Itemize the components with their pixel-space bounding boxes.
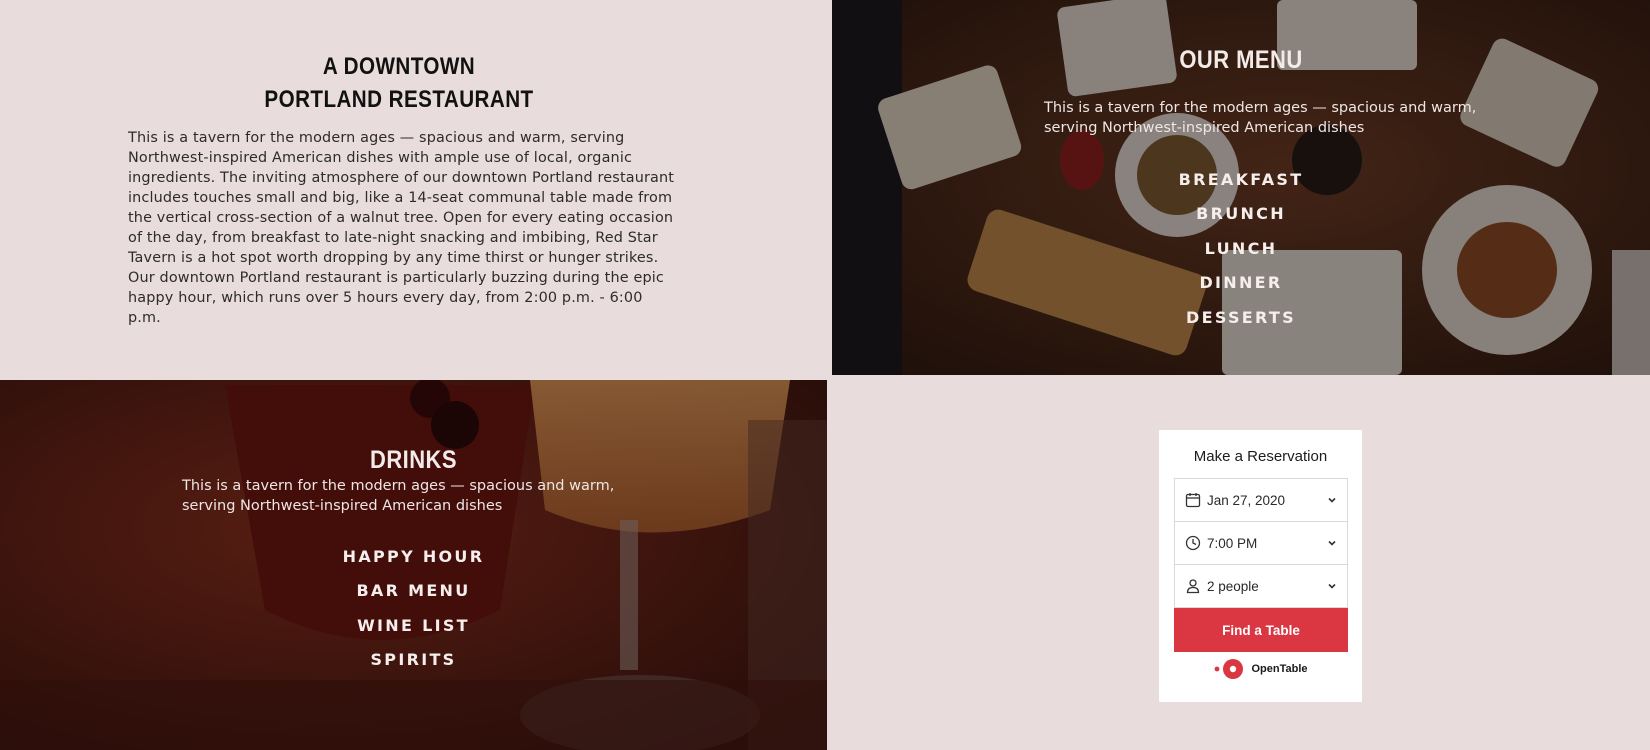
menu-links: BREAKFAST BRUNCH LUNCH DINNER DESSERTS — [832, 163, 1650, 335]
intro-body: This is a tavern for the modern ages — s… — [128, 130, 675, 326]
drinks-link-spirits[interactable]: SPIRITS — [0, 643, 827, 677]
time-select[interactable]: 7:00 PM — [1174, 521, 1348, 565]
opentable-label: OpenTable — [1251, 663, 1308, 675]
menu-title: OUR MENU — [1179, 46, 1303, 74]
intro-heading-line1: A DOWNTOWN — [322, 53, 476, 80]
opentable-logo-icon — [1215, 659, 1244, 679]
menu-link-dinner[interactable]: DINNER — [832, 266, 1650, 300]
chevron-down-icon — [1328, 497, 1336, 503]
drinks-link-wine-list[interactable]: WINE LIST — [0, 609, 827, 643]
drinks-links: HAPPY HOUR BAR MENU WINE LIST SPIRITS — [0, 540, 827, 678]
menu-description: This is a tavern for the modern ages — s… — [1044, 100, 1477, 136]
date-value: Jan 27, 2020 — [1207, 492, 1286, 508]
chevron-down-icon — [1328, 540, 1336, 546]
menu-section: OUR MENU This is a tavern for the modern… — [832, 0, 1650, 375]
reservation-title: Make a Reservation — [1193, 448, 1328, 465]
party-size-value: 2 people — [1207, 578, 1259, 594]
menu-link-brunch[interactable]: BRUNCH — [832, 197, 1650, 231]
calendar-icon — [1185, 493, 1201, 508]
drinks-link-happy-hour[interactable]: HAPPY HOUR — [0, 540, 827, 574]
intro-section: A DOWNTOWN PORTLAND RESTAURANT This is a… — [0, 0, 832, 379]
menu-link-breakfast[interactable]: BREAKFAST — [832, 163, 1650, 197]
menu-link-desserts[interactable]: DESSERTS — [832, 301, 1650, 335]
drinks-description: This is a tavern for the modern ages — s… — [182, 478, 615, 514]
time-value: 7:00 PM — [1207, 535, 1258, 551]
date-select[interactable]: Jan 27, 2020 — [1174, 478, 1348, 522]
drinks-title: DRINKS — [370, 446, 457, 474]
intro-heading-line2: PORTLAND RESTAURANT — [264, 86, 534, 113]
person-icon — [1186, 579, 1200, 594]
intro-heading: A DOWNTOWN PORTLAND RESTAURANT — [159, 50, 639, 116]
chevron-down-icon — [1328, 583, 1336, 589]
party-size-select[interactable]: 2 people — [1174, 564, 1348, 608]
clock-icon — [1185, 535, 1201, 551]
drinks-link-bar-menu[interactable]: BAR MENU — [0, 574, 827, 608]
opentable-brand: OpenTable — [1159, 658, 1362, 680]
menu-link-lunch[interactable]: LUNCH — [832, 232, 1650, 266]
drinks-section: DRINKS This is a tavern for the modern a… — [0, 380, 827, 750]
reservation-widget: Make a Reservation Jan 27, 2020 7:00 PM — [1159, 430, 1362, 702]
reservation-section: Make a Reservation Jan 27, 2020 7:00 PM — [827, 380, 1650, 750]
find-table-button[interactable]: Find a Table — [1174, 608, 1348, 652]
